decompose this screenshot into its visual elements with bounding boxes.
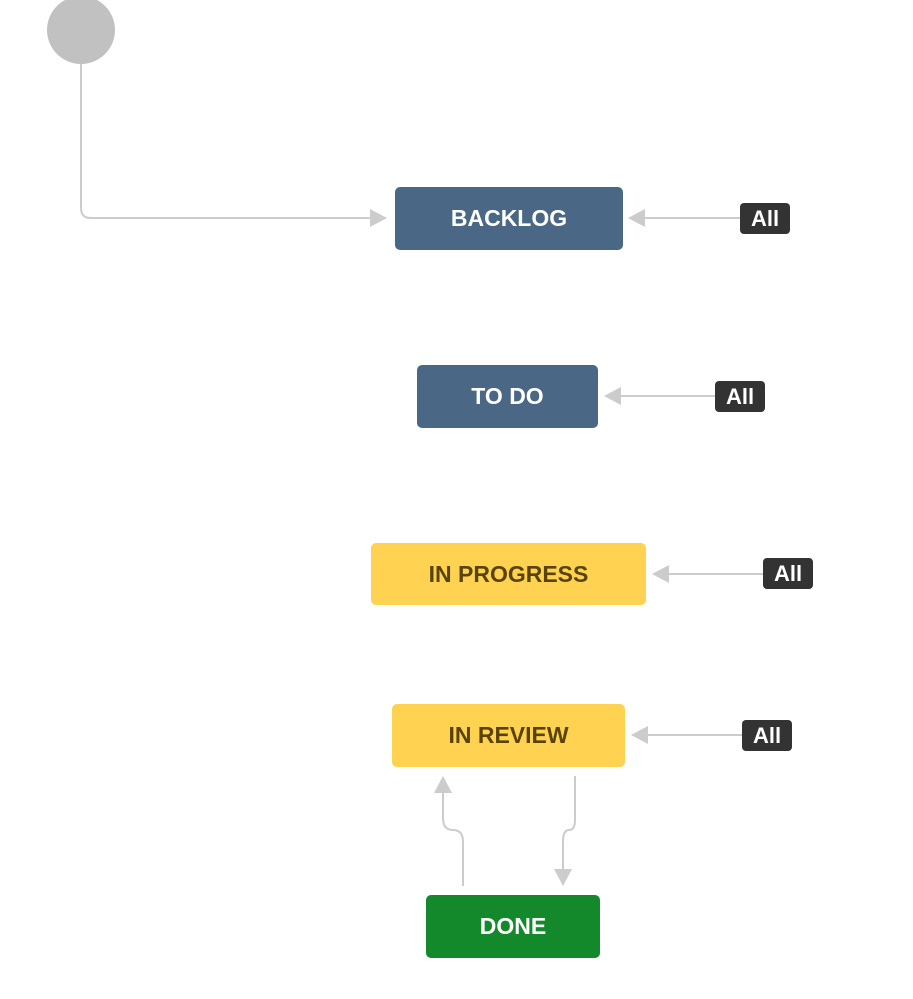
- arrowhead-all-to-todo: [604, 387, 621, 405]
- global-transition-badge-to-do[interactable]: All: [715, 381, 765, 412]
- global-transition-badge-in-progress[interactable]: All: [763, 558, 813, 589]
- arrowhead-start-to-backlog: [370, 209, 387, 227]
- edge-in-review-to-done: [562, 776, 576, 872]
- status-label: DONE: [479, 913, 547, 939]
- global-transition-badge-backlog[interactable]: All: [740, 203, 790, 234]
- status-backlog[interactable]: BACKLOG: [395, 187, 623, 250]
- badge-label: All: [725, 383, 755, 409]
- edge-done-to-in-review: [442, 790, 464, 886]
- badge-label: All: [773, 560, 803, 586]
- status-label: BACKLOG: [450, 205, 568, 231]
- status-label: IN PROGRESS: [428, 560, 589, 587]
- global-transition-badge-in-review[interactable]: All: [742, 720, 792, 751]
- arrowhead-all-to-in-progress: [652, 565, 669, 583]
- status-to-do[interactable]: TO DO: [417, 365, 598, 428]
- status-done[interactable]: DONE: [426, 895, 600, 958]
- edge-start-to-backlog: [80, 62, 372, 219]
- badge-label: All: [752, 722, 782, 748]
- arrowhead-in-review-to-done: [554, 869, 572, 886]
- status-in-review[interactable]: IN REVIEW: [392, 704, 625, 767]
- arrowhead-all-to-in-review: [631, 726, 648, 744]
- transition-edges: [80, 62, 764, 886]
- status-in-progress[interactable]: IN PROGRESS: [371, 543, 646, 605]
- status-label: IN REVIEW: [448, 722, 569, 748]
- arrowhead-done-to-in-review: [434, 776, 452, 793]
- badge-label: All: [750, 205, 780, 231]
- status-label: TO DO: [471, 383, 544, 409]
- arrowhead-all-to-backlog: [628, 209, 645, 227]
